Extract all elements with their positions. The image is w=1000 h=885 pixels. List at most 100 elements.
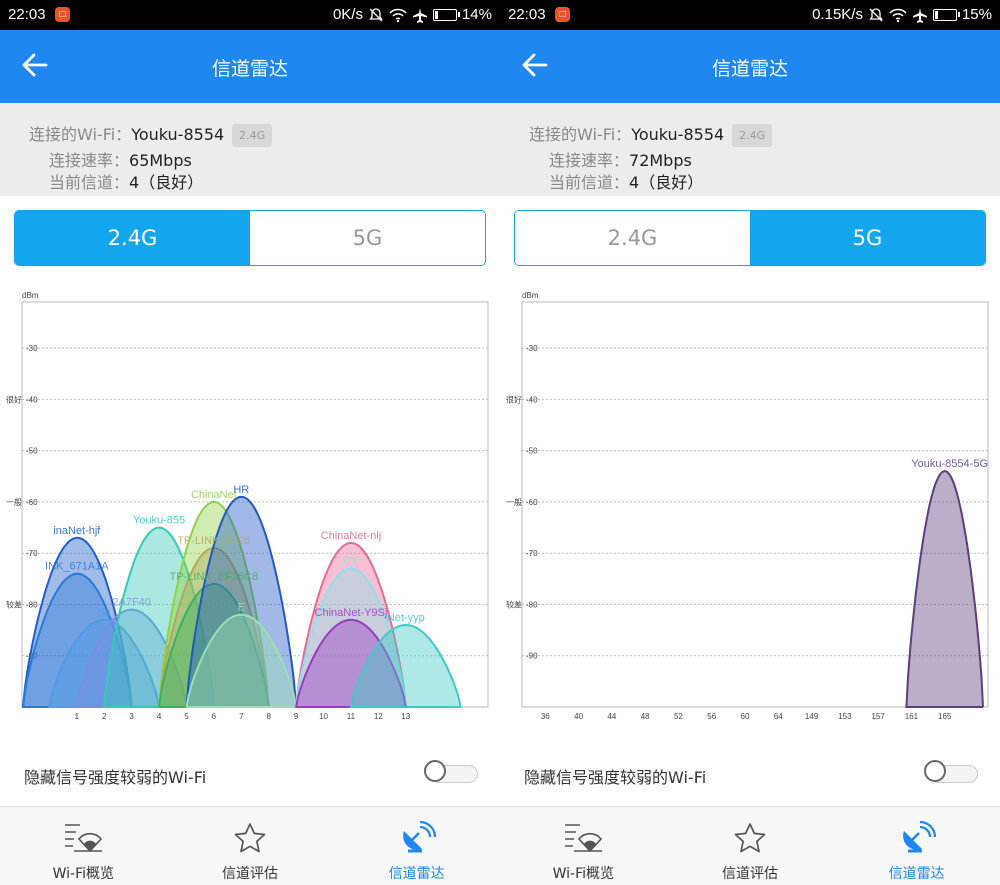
y-tick-label: -80: [26, 600, 38, 609]
nav-label: 信道雷达: [888, 866, 945, 882]
weak-wifi-toggle-label: 隐藏信号强度较弱的Wi-Fi: [24, 768, 207, 787]
connection-info: 连接的Wi-Fi：Youku-8554 2.4G 连接速率：72Mbps 当前信道…: [500, 103, 1000, 196]
battery-level: [434, 10, 438, 19]
speed-value: 65Mbps: [129, 151, 192, 170]
channel-value: 4（良好）: [629, 173, 704, 192]
band-badge: 2.4G: [732, 124, 773, 147]
series-label: Youku-855: [133, 515, 185, 527]
wifi-name: Youku-8554: [131, 125, 225, 144]
x-tick-label: 5: [184, 712, 189, 721]
status-time: 22:03: [508, 6, 546, 23]
battery-icon: [932, 8, 960, 21]
wifi-overview-icon: [565, 824, 603, 853]
app-bar: 信道雷达: [500, 30, 1000, 103]
y-tick-label: -50: [526, 447, 538, 456]
connection-info: 连接的Wi-Fi：Youku-8554 2.4G 连接速率：65Mbps 当前信道…: [0, 103, 500, 196]
x-tick-label: 13: [401, 712, 410, 721]
zone-label: 较差: [506, 599, 522, 609]
x-tick-label: 3: [129, 712, 134, 721]
y-tick-label: -60: [526, 498, 538, 507]
nav-channel-eval[interactable]: 信道评估: [167, 807, 334, 885]
network-speed: 0.15K/s: [812, 6, 863, 23]
nav-wifi-overview[interactable]: Wi-Fi概览: [0, 807, 167, 885]
x-tick-label: 2: [102, 712, 107, 721]
x-tick-label: 4: [157, 712, 162, 721]
series-label: 2A7F40: [112, 597, 151, 609]
y-tick-label: -30: [526, 344, 538, 353]
series-label: inaNet-hjf: [53, 525, 101, 537]
weak-wifi-toggle-row: 隐藏信号强度较弱的Wi-Fi: [0, 752, 500, 796]
nav-label: 信道评估: [722, 866, 778, 882]
bottom-nav: Wi-Fi概览 信道评估 信道雷达: [500, 807, 1000, 885]
series-label: da: [98, 607, 111, 619]
y-tick-label: -50: [26, 447, 38, 456]
y-tick-label: -70: [26, 549, 38, 558]
x-tick-label: 161: [905, 712, 919, 721]
switch-knob: [424, 760, 446, 782]
airplane-mode-icon: [412, 7, 427, 23]
page-title: 信道雷达: [211, 58, 288, 80]
channel-value: 4（良好）: [129, 173, 204, 192]
x-tick-label: 6: [212, 712, 217, 721]
app-bar: 信道雷达: [0, 30, 500, 103]
x-tick-label: 48: [641, 712, 650, 721]
tab-5g[interactable]: 5G: [750, 211, 985, 265]
unit-label: dBm: [522, 291, 539, 300]
phone-screen-left: 22:03 □ 0K/s 14% 信道雷达 连接的Wi-Fi：Youku-855…: [0, 0, 500, 885]
series-label: ChinaNet: [191, 489, 237, 501]
switch-knob: [924, 760, 946, 782]
speed-label: 连接速率：: [549, 151, 630, 170]
x-tick-label: 52: [674, 712, 683, 721]
speed-label: 连接速率：: [49, 151, 130, 170]
x-tick-label: 40: [574, 712, 583, 721]
series-label: TP-LINK_F626: [177, 535, 250, 547]
network-speed: 0K/s: [332, 6, 363, 23]
weak-wifi-switch[interactable]: [924, 758, 978, 784]
series-label: E: [238, 602, 245, 614]
x-tick-label: 7: [239, 712, 244, 721]
radar-icon: [402, 821, 436, 853]
series-label: HR: [233, 484, 249, 496]
airplane-mode-icon: [912, 7, 927, 23]
band-tabs: 2.4G 5G: [514, 210, 986, 266]
x-tick-label: 64: [774, 712, 783, 721]
weak-wifi-toggle-row: 隐藏信号强度较弱的Wi-Fi: [500, 752, 1000, 796]
series-label: Youku-8554-5G: [911, 458, 988, 470]
tab-2-4g[interactable]: 2.4G: [515, 211, 750, 265]
y-tick-label: -40: [26, 395, 38, 404]
wifi-label: 连接的Wi-Fi：: [29, 125, 132, 144]
zone-label: 一般: [506, 497, 522, 507]
x-tick-label: 10: [319, 712, 328, 721]
tab-2-4g[interactable]: 2.4G: [15, 211, 250, 265]
y-tick-label: -90: [526, 652, 538, 661]
nav-channel-radar[interactable]: 信道雷达: [833, 807, 1000, 885]
x-tick-label: 149: [805, 712, 819, 721]
x-tick-label: 12: [374, 712, 383, 721]
notification-icon: □: [555, 7, 570, 22]
battery-level: [934, 10, 938, 19]
nav-wifi-overview[interactable]: Wi-Fi概览: [500, 807, 667, 885]
x-tick-label: 44: [607, 712, 616, 721]
tab-5g[interactable]: 5G: [250, 211, 485, 265]
x-tick-label: 9: [294, 712, 299, 721]
x-tick-label: 153: [838, 712, 852, 721]
unit-label: dBm: [22, 291, 39, 300]
series-label: ChinaNet-Y9Sj: [315, 607, 388, 619]
y-tick-label: -60: [26, 498, 38, 507]
x-tick-label: 56: [707, 712, 716, 721]
channel-radar-chart: dBm -30 -40 -50 -60 -70 -80 -90 很好一般较差 36 40 44 48 52…: [506, 291, 989, 721]
wifi-name: Youku-8554: [631, 125, 725, 144]
nav-label: Wi-Fi概览: [52, 866, 115, 882]
zone-label: 一般: [6, 497, 22, 507]
x-tick-label: 165: [938, 712, 952, 721]
nav-channel-eval[interactable]: 信道评估: [667, 807, 834, 885]
series-label: ChinaNet-nlj: [321, 530, 382, 542]
band-badge: 2.4G: [232, 124, 273, 147]
nav-channel-radar[interactable]: 信道雷达: [333, 807, 500, 885]
weak-wifi-switch[interactable]: [424, 758, 478, 784]
series-label: CX: [343, 556, 359, 568]
star-icon: [734, 823, 766, 853]
status-bar: 22:03 □ 0.15K/s 15%: [500, 0, 1000, 30]
x-tick-label: 11: [347, 712, 356, 721]
x-tick-label: 1: [75, 712, 80, 721]
